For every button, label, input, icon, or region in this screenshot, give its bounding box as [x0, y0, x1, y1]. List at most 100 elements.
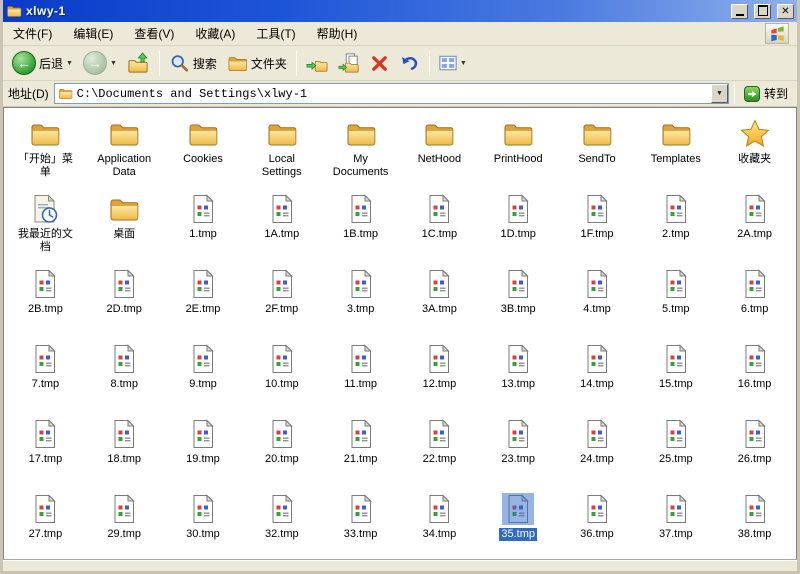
- file-item[interactable]: 26.tmp: [715, 413, 794, 488]
- file-item[interactable]: 「开始」菜单: [6, 113, 85, 188]
- file-item[interactable]: NetHood: [400, 113, 479, 188]
- tmp-file-icon: [265, 417, 299, 451]
- file-item[interactable]: 7.tmp: [6, 338, 85, 413]
- back-button[interactable]: ← 后退 ▼: [8, 48, 77, 79]
- menu-tools[interactable]: 工具(T): [254, 23, 297, 44]
- file-item[interactable]: 4.tmp: [558, 263, 637, 338]
- file-item[interactable]: 34.tmp: [400, 488, 479, 560]
- file-item[interactable]: 21.tmp: [321, 413, 400, 488]
- file-item[interactable]: Application Data: [85, 113, 164, 188]
- file-item[interactable]: 6.tmp: [715, 263, 794, 338]
- file-item[interactable]: 18.tmp: [85, 413, 164, 488]
- file-item[interactable]: 1B.tmp: [321, 188, 400, 263]
- file-item[interactable]: 2F.tmp: [242, 263, 321, 338]
- file-item[interactable]: 25.tmp: [636, 413, 715, 488]
- file-item[interactable]: 3B.tmp: [479, 263, 558, 338]
- file-item[interactable]: 3A.tmp: [400, 263, 479, 338]
- menu-file[interactable]: 文件(F): [11, 23, 54, 44]
- file-item[interactable]: 2E.tmp: [164, 263, 243, 338]
- file-item[interactable]: 23.tmp: [479, 413, 558, 488]
- move-to-button[interactable]: [302, 48, 332, 79]
- undo-button[interactable]: [395, 48, 424, 79]
- tmp-file-icon: [107, 342, 141, 376]
- views-button[interactable]: ▼: [435, 48, 471, 79]
- address-input[interactable]: C:\Documents and Settings\xlwy-1 ▼: [54, 83, 729, 104]
- file-item[interactable]: 10.tmp: [242, 338, 321, 413]
- file-item[interactable]: SendTo: [558, 113, 637, 188]
- file-item[interactable]: 桌面: [85, 188, 164, 263]
- tmp-file-icon: [659, 342, 693, 376]
- file-item[interactable]: 11.tmp: [321, 338, 400, 413]
- folders-pane-icon: [227, 53, 248, 74]
- file-item[interactable]: 35.tmp: [479, 488, 558, 560]
- file-item[interactable]: Cookies: [164, 113, 243, 188]
- file-item[interactable]: 33.tmp: [321, 488, 400, 560]
- file-label: 15.tmp: [657, 378, 695, 391]
- tmp-file-icon: [659, 492, 693, 526]
- tmp-file-icon: [28, 342, 62, 376]
- file-item[interactable]: 22.tmp: [400, 413, 479, 488]
- menu-view[interactable]: 查看(V): [132, 23, 176, 44]
- file-item[interactable]: 3.tmp: [321, 263, 400, 338]
- file-item[interactable]: 2.tmp: [636, 188, 715, 263]
- star-icon: [738, 117, 772, 151]
- file-item[interactable]: 收藏夹: [715, 113, 794, 188]
- file-item[interactable]: My Documents: [321, 113, 400, 188]
- search-button[interactable]: 搜索: [165, 48, 221, 79]
- file-item[interactable]: Local Settings: [242, 113, 321, 188]
- file-item[interactable]: 36.tmp: [558, 488, 637, 560]
- address-label: 地址(D): [8, 85, 49, 102]
- tmp-file-icon: [738, 267, 772, 301]
- file-item[interactable]: 1.tmp: [164, 188, 243, 263]
- file-item[interactable]: 1D.tmp: [479, 188, 558, 263]
- forward-button[interactable]: → ▼: [79, 48, 121, 79]
- back-dropdown-icon[interactable]: ▼: [66, 60, 73, 67]
- tmp-file-icon: [580, 342, 614, 376]
- file-item[interactable]: 27.tmp: [6, 488, 85, 560]
- address-dropdown-button[interactable]: ▼: [711, 84, 728, 103]
- file-item[interactable]: 1C.tmp: [400, 188, 479, 263]
- go-button[interactable]: 转到: [740, 85, 792, 102]
- file-item[interactable]: PrintHood: [479, 113, 558, 188]
- file-item[interactable]: 我最近的文档: [6, 188, 85, 263]
- file-item[interactable]: 2A.tmp: [715, 188, 794, 263]
- file-label: 1.tmp: [187, 228, 219, 241]
- close-button[interactable]: [777, 4, 794, 19]
- file-item[interactable]: 17.tmp: [6, 413, 85, 488]
- file-item[interactable]: 29.tmp: [85, 488, 164, 560]
- file-item[interactable]: 2B.tmp: [6, 263, 85, 338]
- minimize-button[interactable]: [731, 4, 748, 19]
- file-item[interactable]: 8.tmp: [85, 338, 164, 413]
- menu-help[interactable]: 帮助(H): [315, 23, 360, 44]
- file-item[interactable]: 5.tmp: [636, 263, 715, 338]
- file-item[interactable]: 2D.tmp: [85, 263, 164, 338]
- explorer-window: xlwy-1 文件(F) 编辑(E) 查看(V) 收藏(A) 工具(T) 帮助(…: [0, 0, 800, 574]
- file-item[interactable]: 32.tmp: [242, 488, 321, 560]
- file-item[interactable]: Templates: [636, 113, 715, 188]
- file-item[interactable]: 30.tmp: [164, 488, 243, 560]
- file-item[interactable]: 20.tmp: [242, 413, 321, 488]
- copy-to-button[interactable]: [334, 48, 364, 79]
- maximize-button[interactable]: [754, 4, 771, 19]
- forward-dropdown-icon[interactable]: ▼: [110, 60, 117, 67]
- menu-favorites[interactable]: 收藏(A): [193, 23, 237, 44]
- tmp-file-icon: [344, 192, 378, 226]
- file-item[interactable]: 14.tmp: [558, 338, 637, 413]
- file-item[interactable]: 15.tmp: [636, 338, 715, 413]
- file-item[interactable]: 38.tmp: [715, 488, 794, 560]
- file-item[interactable]: 16.tmp: [715, 338, 794, 413]
- views-dropdown-icon[interactable]: ▼: [460, 60, 467, 67]
- file-label: 桌面: [111, 228, 137, 241]
- file-item[interactable]: 24.tmp: [558, 413, 637, 488]
- file-item[interactable]: 12.tmp: [400, 338, 479, 413]
- menu-edit[interactable]: 编辑(E): [71, 23, 115, 44]
- file-item[interactable]: 1F.tmp: [558, 188, 637, 263]
- file-item[interactable]: 19.tmp: [164, 413, 243, 488]
- file-item[interactable]: 13.tmp: [479, 338, 558, 413]
- file-item[interactable]: 9.tmp: [164, 338, 243, 413]
- file-item[interactable]: 37.tmp: [636, 488, 715, 560]
- file-item[interactable]: 1A.tmp: [242, 188, 321, 263]
- folders-button[interactable]: 文件夹: [223, 48, 291, 79]
- up-button[interactable]: [123, 48, 154, 79]
- delete-button[interactable]: [366, 48, 393, 79]
